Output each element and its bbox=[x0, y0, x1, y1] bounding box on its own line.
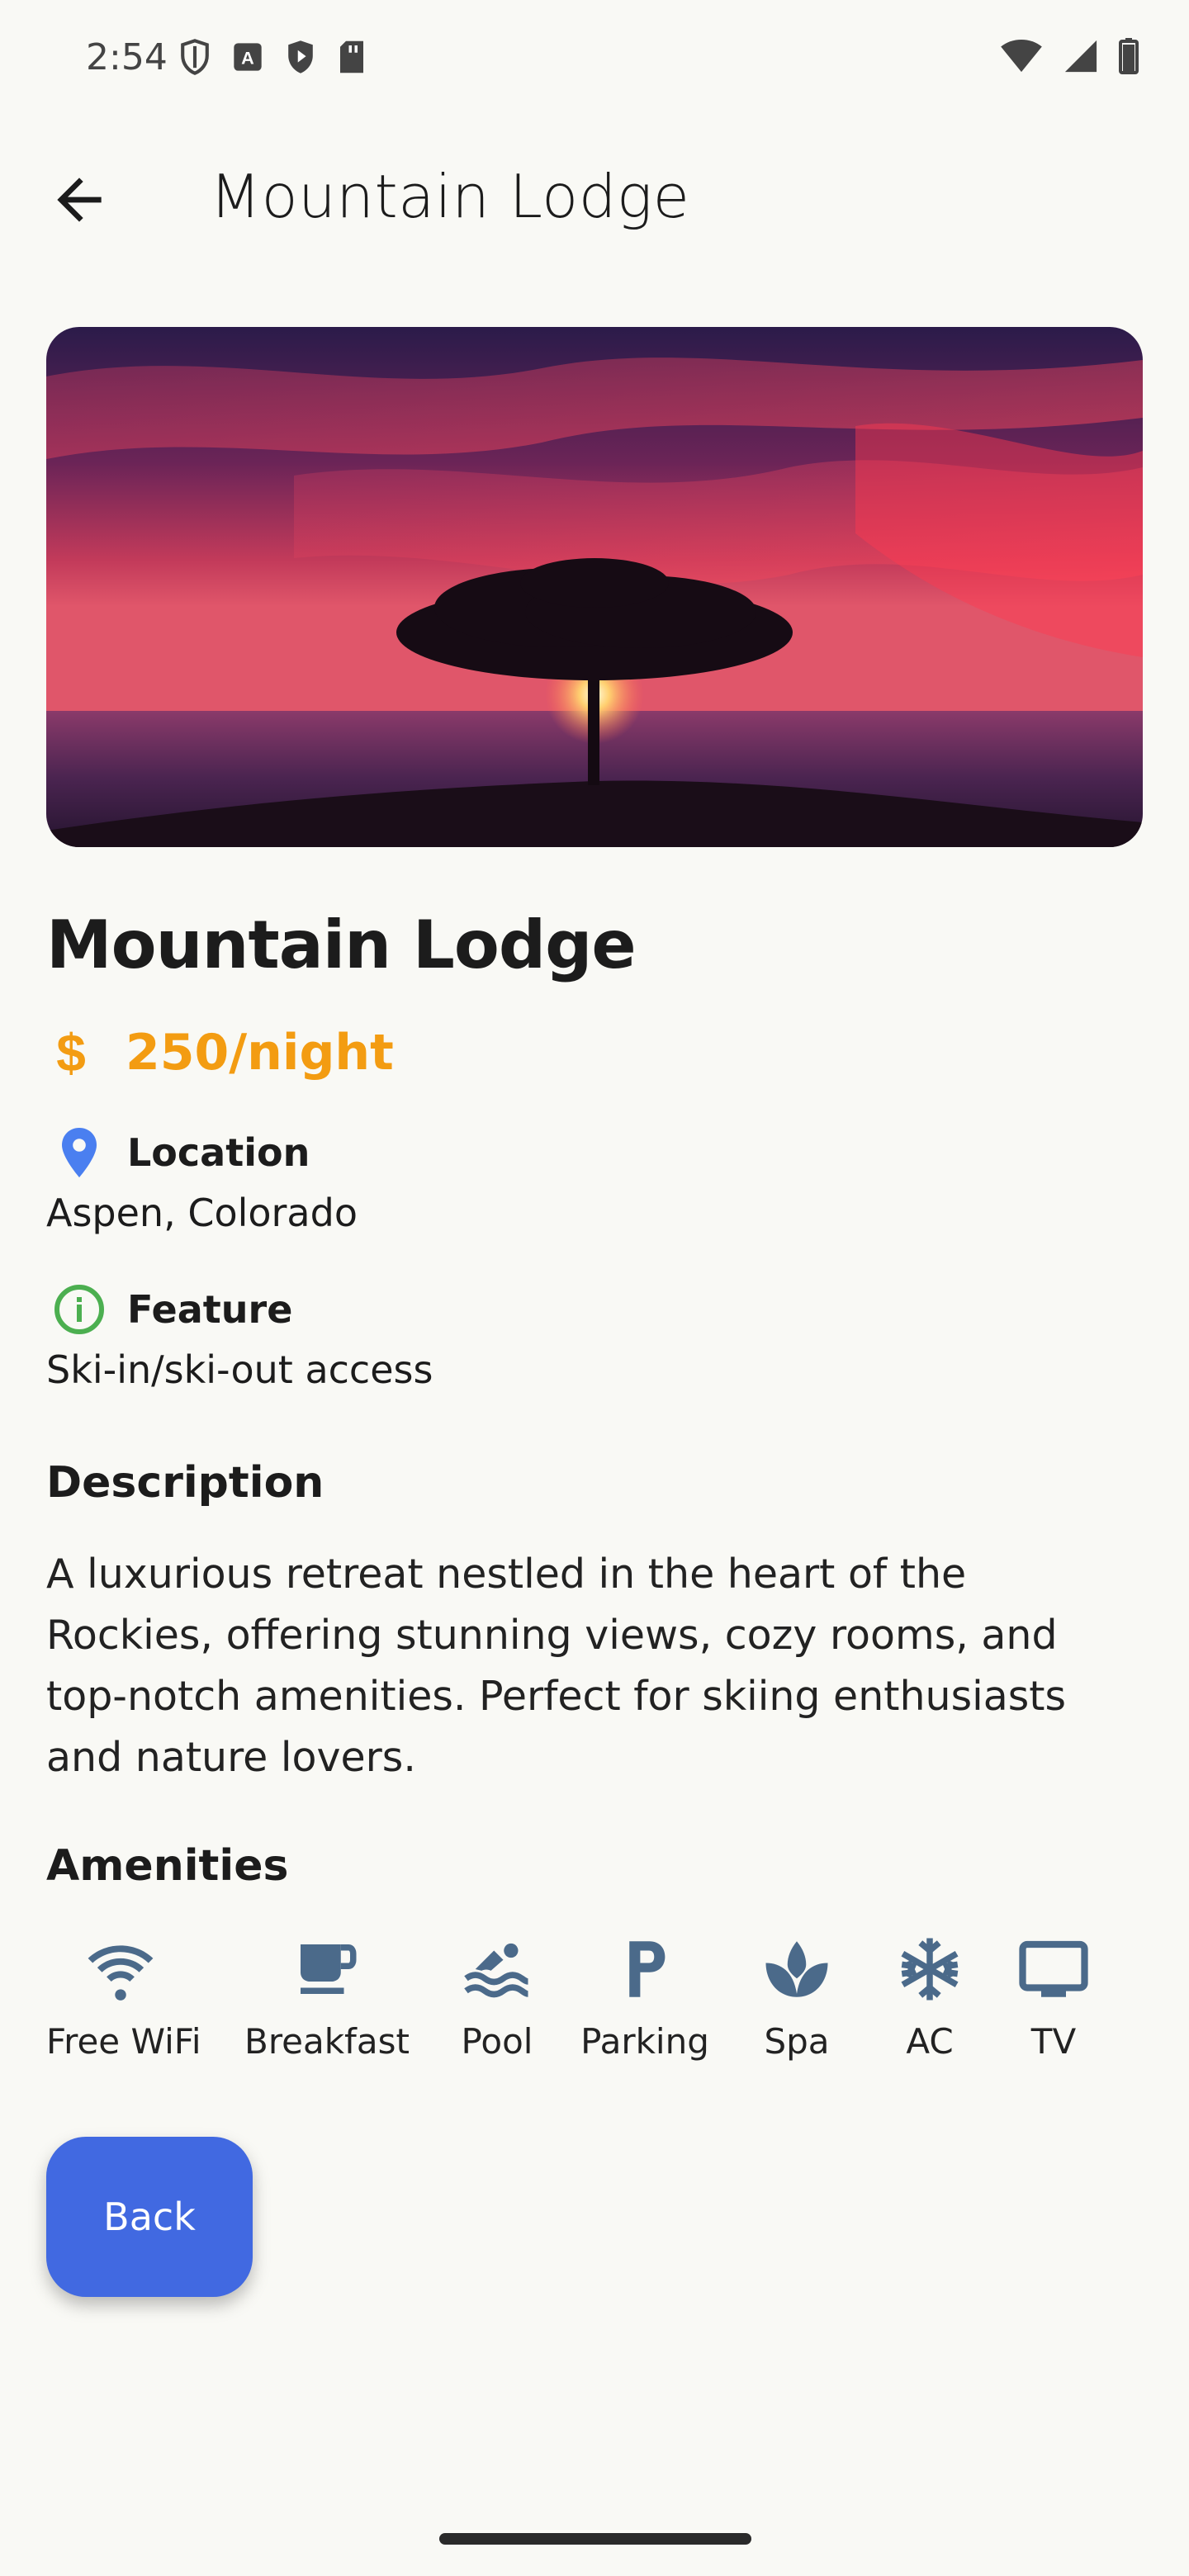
amenities-heading: Amenities bbox=[46, 1841, 289, 1891]
svg-text:A: A bbox=[241, 47, 254, 68]
location-block: Location Aspen, Colorado bbox=[46, 1123, 358, 1235]
description-text: A luxurious retreat nestled in the heart… bbox=[46, 1551, 1067, 1781]
amenity-tv: TV bbox=[1012, 1932, 1095, 2062]
status-time: 2:54 bbox=[86, 36, 168, 78]
back-arrow-icon[interactable] bbox=[46, 167, 112, 233]
lodge-title: Mountain Lodge bbox=[46, 907, 637, 983]
amenity-ac: AC bbox=[888, 1932, 971, 2062]
sd-card-icon bbox=[340, 40, 363, 73]
location-value: Aspen, Colorado bbox=[46, 1191, 358, 1235]
status-icons-left: A bbox=[178, 38, 367, 76]
location-pin-icon bbox=[62, 1128, 97, 1177]
wifi-icon bbox=[88, 1945, 154, 2001]
hero-image bbox=[46, 327, 1143, 847]
amenity-label: Free WiFi bbox=[46, 2021, 201, 2062]
amenity-free-wifi: Free WiFi bbox=[46, 1932, 201, 2062]
amenities-list: Free WiFi Breakfast Pool Parking Spa AC … bbox=[46, 1932, 1144, 2081]
wifi-signal-icon bbox=[1001, 39, 1042, 73]
amenity-breakfast: Breakfast bbox=[244, 1932, 410, 2062]
amenity-label: Breakfast bbox=[244, 2021, 410, 2062]
amenity-pool: Pool bbox=[448, 1932, 547, 2062]
a-icon: A bbox=[234, 43, 262, 71]
tv-icon bbox=[1019, 1940, 1088, 1997]
feature-value: Ski-in/ski-out access bbox=[46, 1347, 433, 1392]
back-button[interactable]: Back bbox=[46, 2137, 253, 2297]
cell-signal-icon bbox=[1064, 40, 1097, 73]
app-bar: Mountain Lodge bbox=[0, 132, 1189, 264]
snowflake-icon bbox=[901, 1938, 959, 2001]
location-label: Location bbox=[127, 1130, 310, 1175]
lodge-details: Mountain Lodge $ 250/night Location Aspe… bbox=[46, 900, 1143, 1891]
description-heading: Description bbox=[46, 1458, 324, 1508]
spa-icon bbox=[765, 1941, 828, 1997]
home-indicator[interactable] bbox=[439, 2533, 751, 2545]
amenity-label: Pool bbox=[461, 2021, 533, 2062]
play-protect-icon bbox=[288, 40, 313, 73]
amenity-label: Spa bbox=[764, 2021, 830, 2062]
status-icons-right bbox=[999, 38, 1139, 74]
amenity-spa: Spa bbox=[751, 1932, 842, 2062]
amenity-parking: Parking bbox=[575, 1932, 715, 2062]
amenity-label: AC bbox=[906, 2021, 954, 2062]
amenity-label: Parking bbox=[580, 2021, 709, 2062]
feature-block: Feature Ski-in/ski-out access bbox=[46, 1280, 433, 1392]
info-icon bbox=[54, 1285, 104, 1334]
dollar-icon: $ bbox=[56, 1023, 86, 1082]
pool-icon bbox=[464, 1943, 528, 1998]
status-bar: 2:54 A bbox=[0, 0, 1189, 116]
parking-icon bbox=[629, 1941, 666, 1997]
feature-label: Feature bbox=[127, 1287, 293, 1332]
battery-icon bbox=[1119, 38, 1139, 74]
coffee-cup-icon bbox=[301, 1944, 357, 1994]
app-bar-title: Mountain Lodge bbox=[210, 162, 690, 231]
price: 250/night bbox=[126, 1024, 394, 1082]
price-row: $ 250/night bbox=[46, 1022, 394, 1083]
shield-icon bbox=[181, 39, 209, 75]
amenity-label: TV bbox=[1030, 2021, 1077, 2062]
